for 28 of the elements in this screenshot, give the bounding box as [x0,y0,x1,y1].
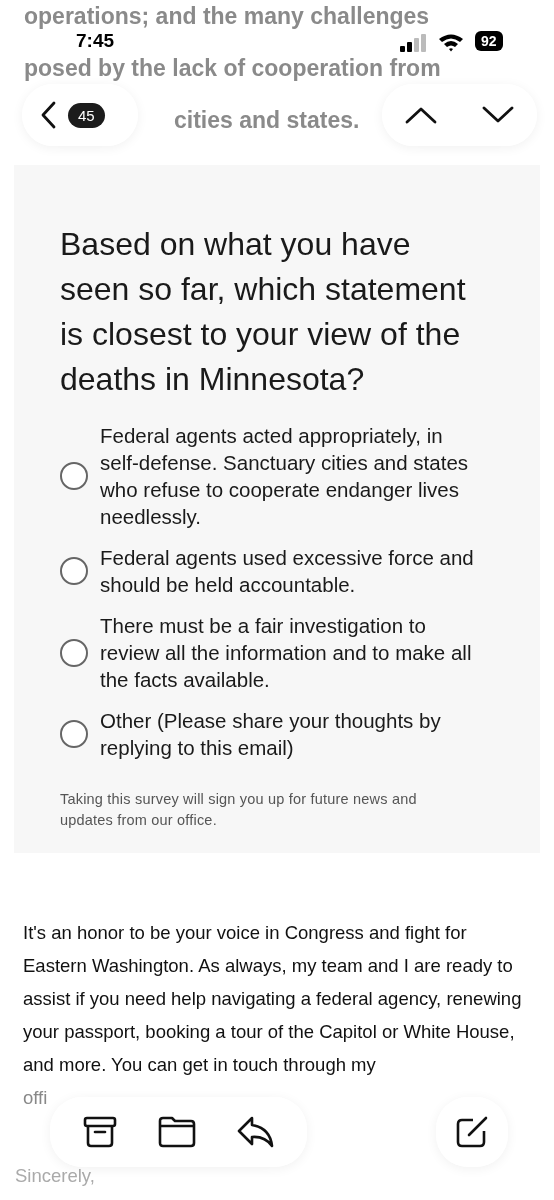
survey-question: Based on what you have seen so far, which statement is closest to your view of the deaths in Minnesota? [60,225,467,399]
archive-icon[interactable] [82,1116,117,1148]
up-chevron-icon[interactable] [404,106,437,124]
radio-button[interactable] [60,638,88,667]
compose-icon[interactable] [455,1115,489,1149]
body-paragraph: It's an honor to be your voice in Congress and fight for Eastern Washington. As always, my team and I are ready to assist if you need help navigating a federal agency, renewing your passport, booking a tour of the Capitol or White House, and more. You can get in touch through my [23,921,523,1077]
reply-icon[interactable] [236,1116,275,1148]
option-label[interactable]: Other (Please share your thoughts by replying to this email) [100,707,478,761]
radio-button[interactable] [60,720,88,748]
background-text: operations; and the many challenges [24,3,430,29]
wifi-icon [438,33,464,52]
option-label[interactable]: Federal agents acted appropriately, in self-defense. Sanctuary cities and states who refuse to cooperate endanger lives needlessly. [100,422,478,530]
background-text: cities and states. [174,107,360,133]
signal-icon [400,34,428,52]
down-chevron-icon[interactable] [482,106,515,124]
back-icon[interactable] [40,101,56,129]
radio-button[interactable] [60,462,88,490]
folder-icon[interactable] [157,1116,196,1148]
radio-button[interactable] [60,557,88,585]
background-text: posed by the lack of cooperation from [24,55,441,81]
body-text: offi [23,1086,49,1110]
message-count: 45 [68,102,105,128]
battery-level: 92 [475,31,503,51]
option-label[interactable]: There must be a fair investigation to review all the information and to make all the facts available. [100,612,478,693]
closing-text: Sincerely, [15,1164,96,1188]
status-time: 7:45 [76,30,115,52]
survey-note: Taking this survey will sign you up for future news and updates from our office. [60,790,418,830]
option-label[interactable]: Federal agents used excessive force and should be held accountable. [100,544,478,598]
